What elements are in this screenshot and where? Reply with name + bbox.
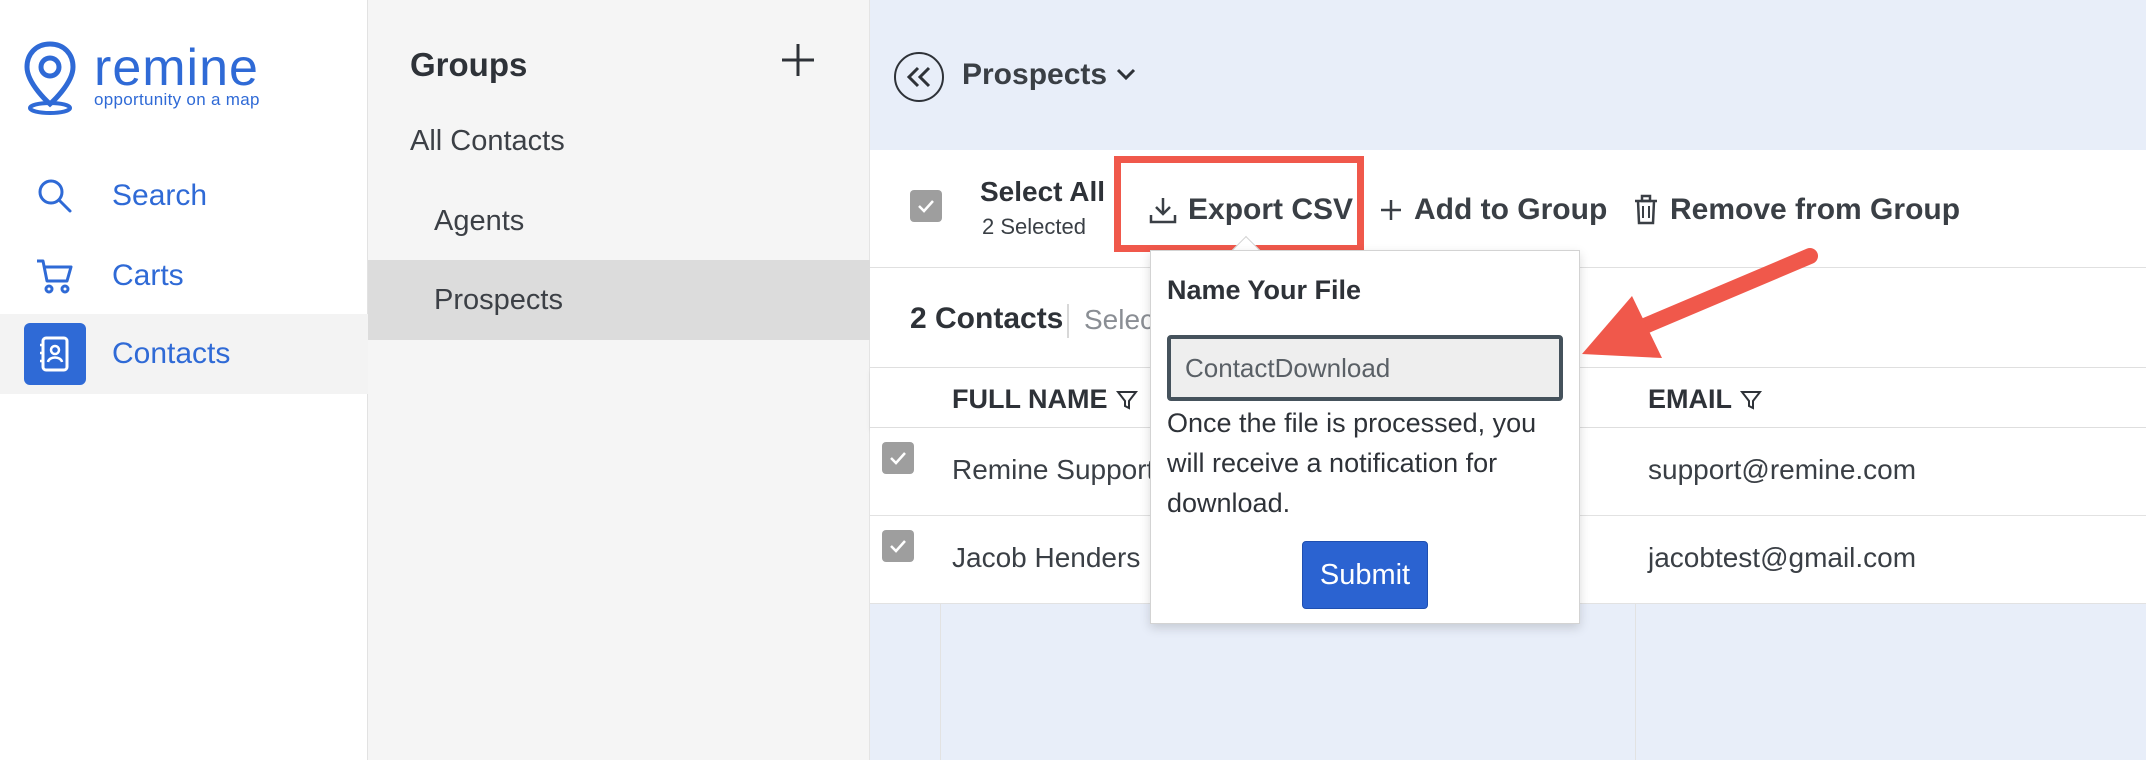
page-title[interactable]: Prospects: [962, 58, 1107, 92]
main-header: Prospects: [870, 0, 2146, 150]
export-csv-button[interactable]: Export CSV: [1148, 190, 1353, 230]
sidebar-item-label: Contacts: [112, 337, 231, 370]
column-header-full-name[interactable]: FULL NAME: [952, 384, 1138, 415]
collapse-panel-button[interactable]: [894, 52, 944, 102]
file-name-input[interactable]: [1167, 335, 1563, 401]
sidebar-item-contacts[interactable]: Contacts: [0, 314, 368, 394]
filter-icon[interactable]: [1740, 389, 1762, 411]
column-header-label: EMAIL: [1648, 384, 1732, 414]
groups-title: Groups: [410, 46, 528, 83]
selected-count: 2 Selected: [982, 214, 1086, 239]
map-pin-icon: [24, 41, 76, 115]
checkmark-icon: [918, 200, 934, 213]
select-all-checkbox[interactable]: [910, 190, 942, 222]
group-item-prospects[interactable]: Prospects: [368, 260, 870, 340]
search-icon: [24, 165, 86, 227]
popup-message: Once the file is processed, you will rec…: [1167, 408, 1537, 518]
popup-title: Name Your File: [1167, 275, 1362, 305]
chevron-down-icon[interactable]: [1114, 62, 1138, 86]
select-all-label[interactable]: Select All: [980, 176, 1105, 208]
divider: [1067, 304, 1069, 338]
sidebar-item-carts[interactable]: Carts: [0, 236, 368, 316]
sidebar-item-search[interactable]: Search: [0, 156, 368, 236]
add-group-plus-icon[interactable]: [776, 38, 820, 82]
row-checkbox[interactable]: [882, 530, 914, 562]
export-csv-label: Export CSV: [1188, 193, 1354, 226]
groups-panel: Groups All Contacts Agents Prospects: [368, 0, 870, 760]
logo[interactable]: remine opportunity on a map: [22, 38, 322, 118]
group-item-agents[interactable]: Agents: [368, 182, 870, 260]
group-all-contacts[interactable]: All Contacts: [368, 102, 870, 180]
cart-icon: [24, 245, 86, 307]
trash-icon: [1635, 194, 1657, 225]
cell-full-name: Jacob Henders: [952, 542, 1141, 573]
cell-email: jacobtest@gmail.com: [1648, 542, 1917, 573]
logo-tagline: opportunity on a map: [94, 90, 260, 109]
contacts-select-link[interactable]: Selec: [1084, 304, 1154, 336]
add-to-group-button[interactable]: Add to Group: [1378, 190, 1607, 230]
remove-from-group-label: Remove from Group: [1670, 193, 1961, 226]
column-header-email[interactable]: EMAIL: [1648, 384, 1762, 415]
annotation-arrow-icon: [1582, 248, 1818, 358]
sidebar-item-label: Search: [112, 179, 208, 212]
checkmark-icon: [890, 540, 906, 553]
double-chevron-left-icon: [906, 66, 931, 88]
add-to-group-label: Add to Group: [1414, 193, 1608, 226]
remove-from-group-button[interactable]: Remove from Group: [1632, 190, 1960, 230]
row-checkbox[interactable]: [882, 442, 914, 474]
contacts-count: 2 Contacts: [910, 302, 1064, 335]
sidebar-item-label: Carts: [112, 259, 184, 292]
cell-full-name: Remine Support: [952, 454, 1155, 485]
filter-icon[interactable]: [1115, 389, 1138, 411]
sidebar: remine opportunity on a map Search Carts…: [0, 0, 368, 760]
column-header-label: FULL NAME: [952, 384, 1108, 414]
submit-button[interactable]: Submit: [1302, 541, 1428, 609]
plus-icon: [1381, 200, 1401, 220]
download-icon: [1149, 198, 1177, 224]
checkmark-icon: [890, 452, 906, 465]
logo-name: remine: [94, 39, 259, 97]
contacts-icon: [24, 323, 86, 385]
export-file-popup: Name Your File Once the file is processe…: [1150, 250, 1580, 624]
column-divider: [940, 600, 941, 760]
cell-email: support@remine.com: [1648, 454, 1917, 485]
